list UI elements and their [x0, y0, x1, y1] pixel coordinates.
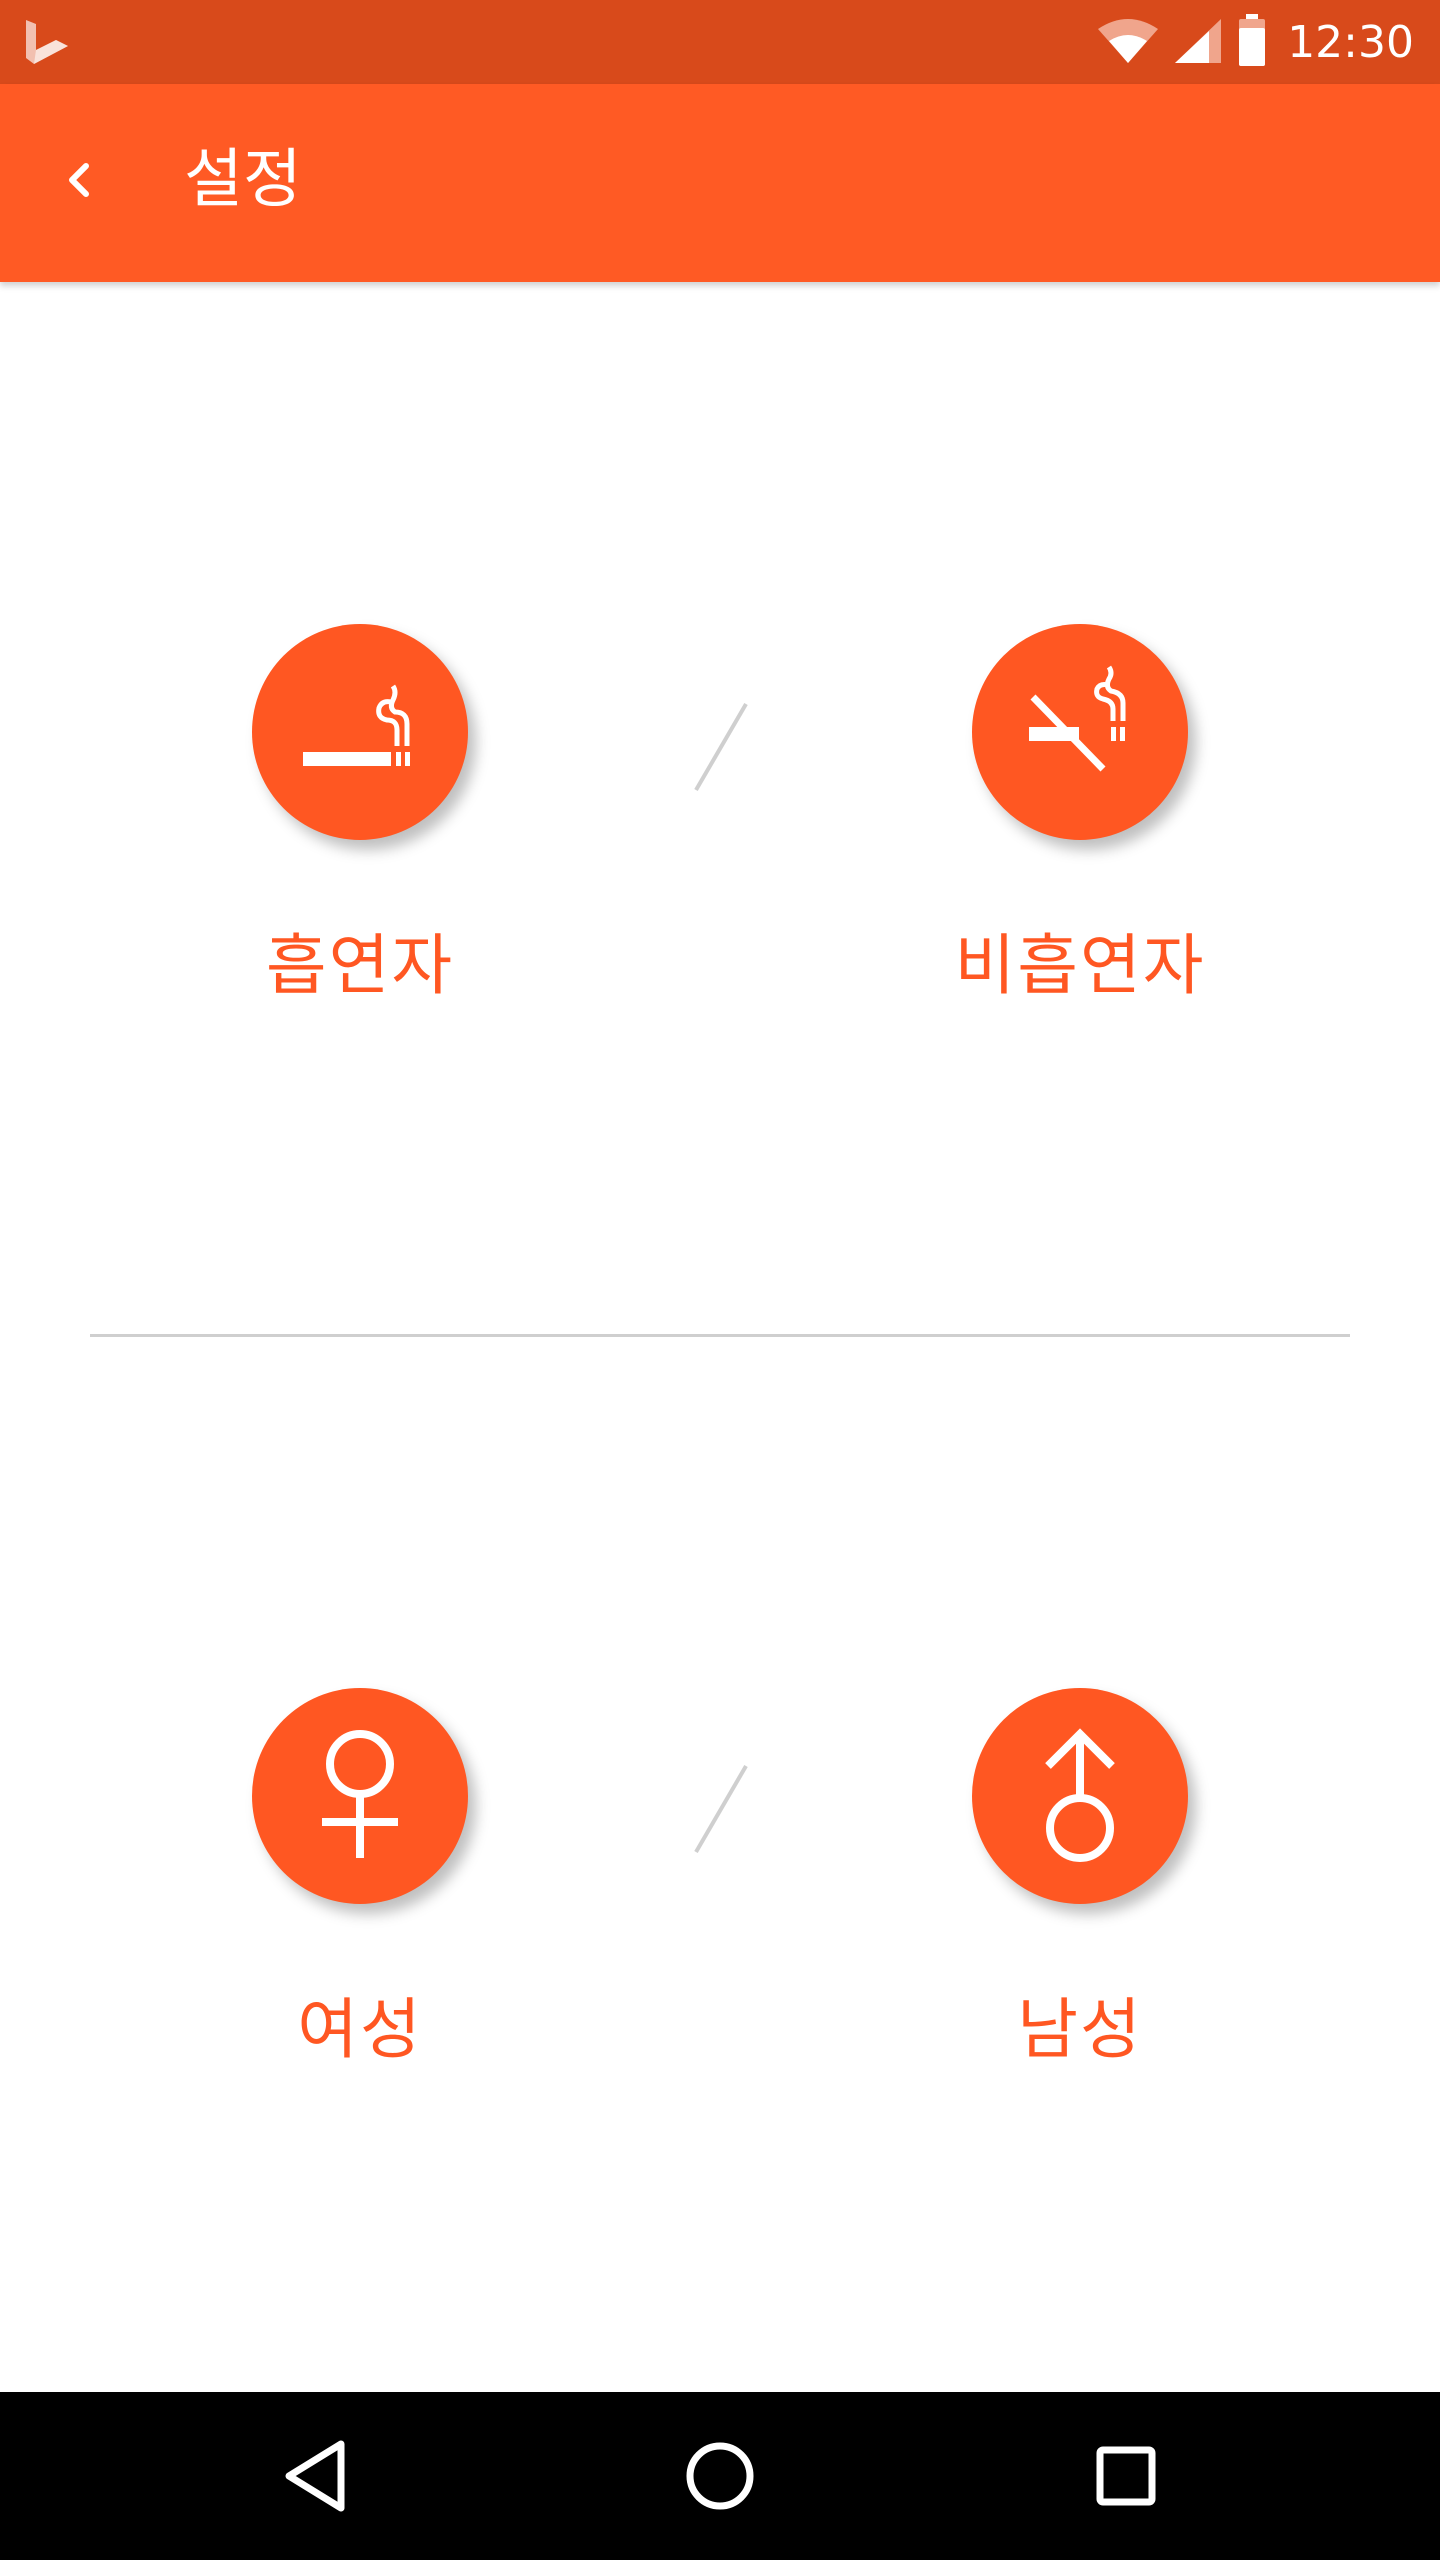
- male-option[interactable]: 남성: [870, 1688, 1290, 2072]
- status-time: 12:30: [1287, 16, 1414, 68]
- smoker-option[interactable]: 흡연자: [150, 624, 570, 1008]
- bing-logo-icon: [22, 18, 72, 70]
- nav-recents-button[interactable]: [1066, 2416, 1186, 2536]
- separator-slash: [694, 702, 748, 792]
- recents-square-icon: [1096, 2446, 1156, 2506]
- non-smoker-button[interactable]: [972, 624, 1188, 840]
- chevron-left-icon: [69, 163, 89, 197]
- smoking-icon: [303, 684, 410, 766]
- cell-signal-icon: [1173, 17, 1223, 67]
- non-smoker-label: 비흡연자: [954, 927, 1206, 1004]
- battery-icon: [1237, 14, 1267, 70]
- female-label: 여성: [297, 1991, 423, 2068]
- smoker-button[interactable]: [252, 624, 468, 840]
- nav-home-button[interactable]: [660, 2416, 780, 2536]
- back-button[interactable]: [50, 150, 110, 210]
- section-divider: [90, 1334, 1350, 1337]
- page-title: 설정: [184, 143, 302, 217]
- app-bar: 설정: [0, 84, 1440, 282]
- male-button[interactable]: [972, 1688, 1188, 1904]
- male-label: 남성: [1017, 1991, 1143, 2068]
- navigation-bar: [0, 2392, 1440, 2560]
- no-smoking-icon: [1029, 665, 1126, 772]
- female-button[interactable]: [252, 1688, 468, 1904]
- non-smoker-option[interactable]: 비흡연자: [870, 624, 1290, 1008]
- home-circle-icon: [686, 2442, 754, 2510]
- female-option[interactable]: 여성: [150, 1688, 570, 2072]
- back-triangle-icon: [285, 2440, 345, 2512]
- female-icon: [322, 1730, 398, 1858]
- separator-slash-gender: [694, 1764, 748, 1854]
- male-icon: [1045, 1728, 1115, 1862]
- nav-back-button[interactable]: [256, 2416, 376, 2536]
- smoker-label: 흡연자: [265, 927, 455, 1004]
- status-icons: 12:30: [1097, 0, 1414, 84]
- wifi-icon: [1097, 17, 1159, 67]
- status-bar: 12:30: [0, 0, 1440, 84]
